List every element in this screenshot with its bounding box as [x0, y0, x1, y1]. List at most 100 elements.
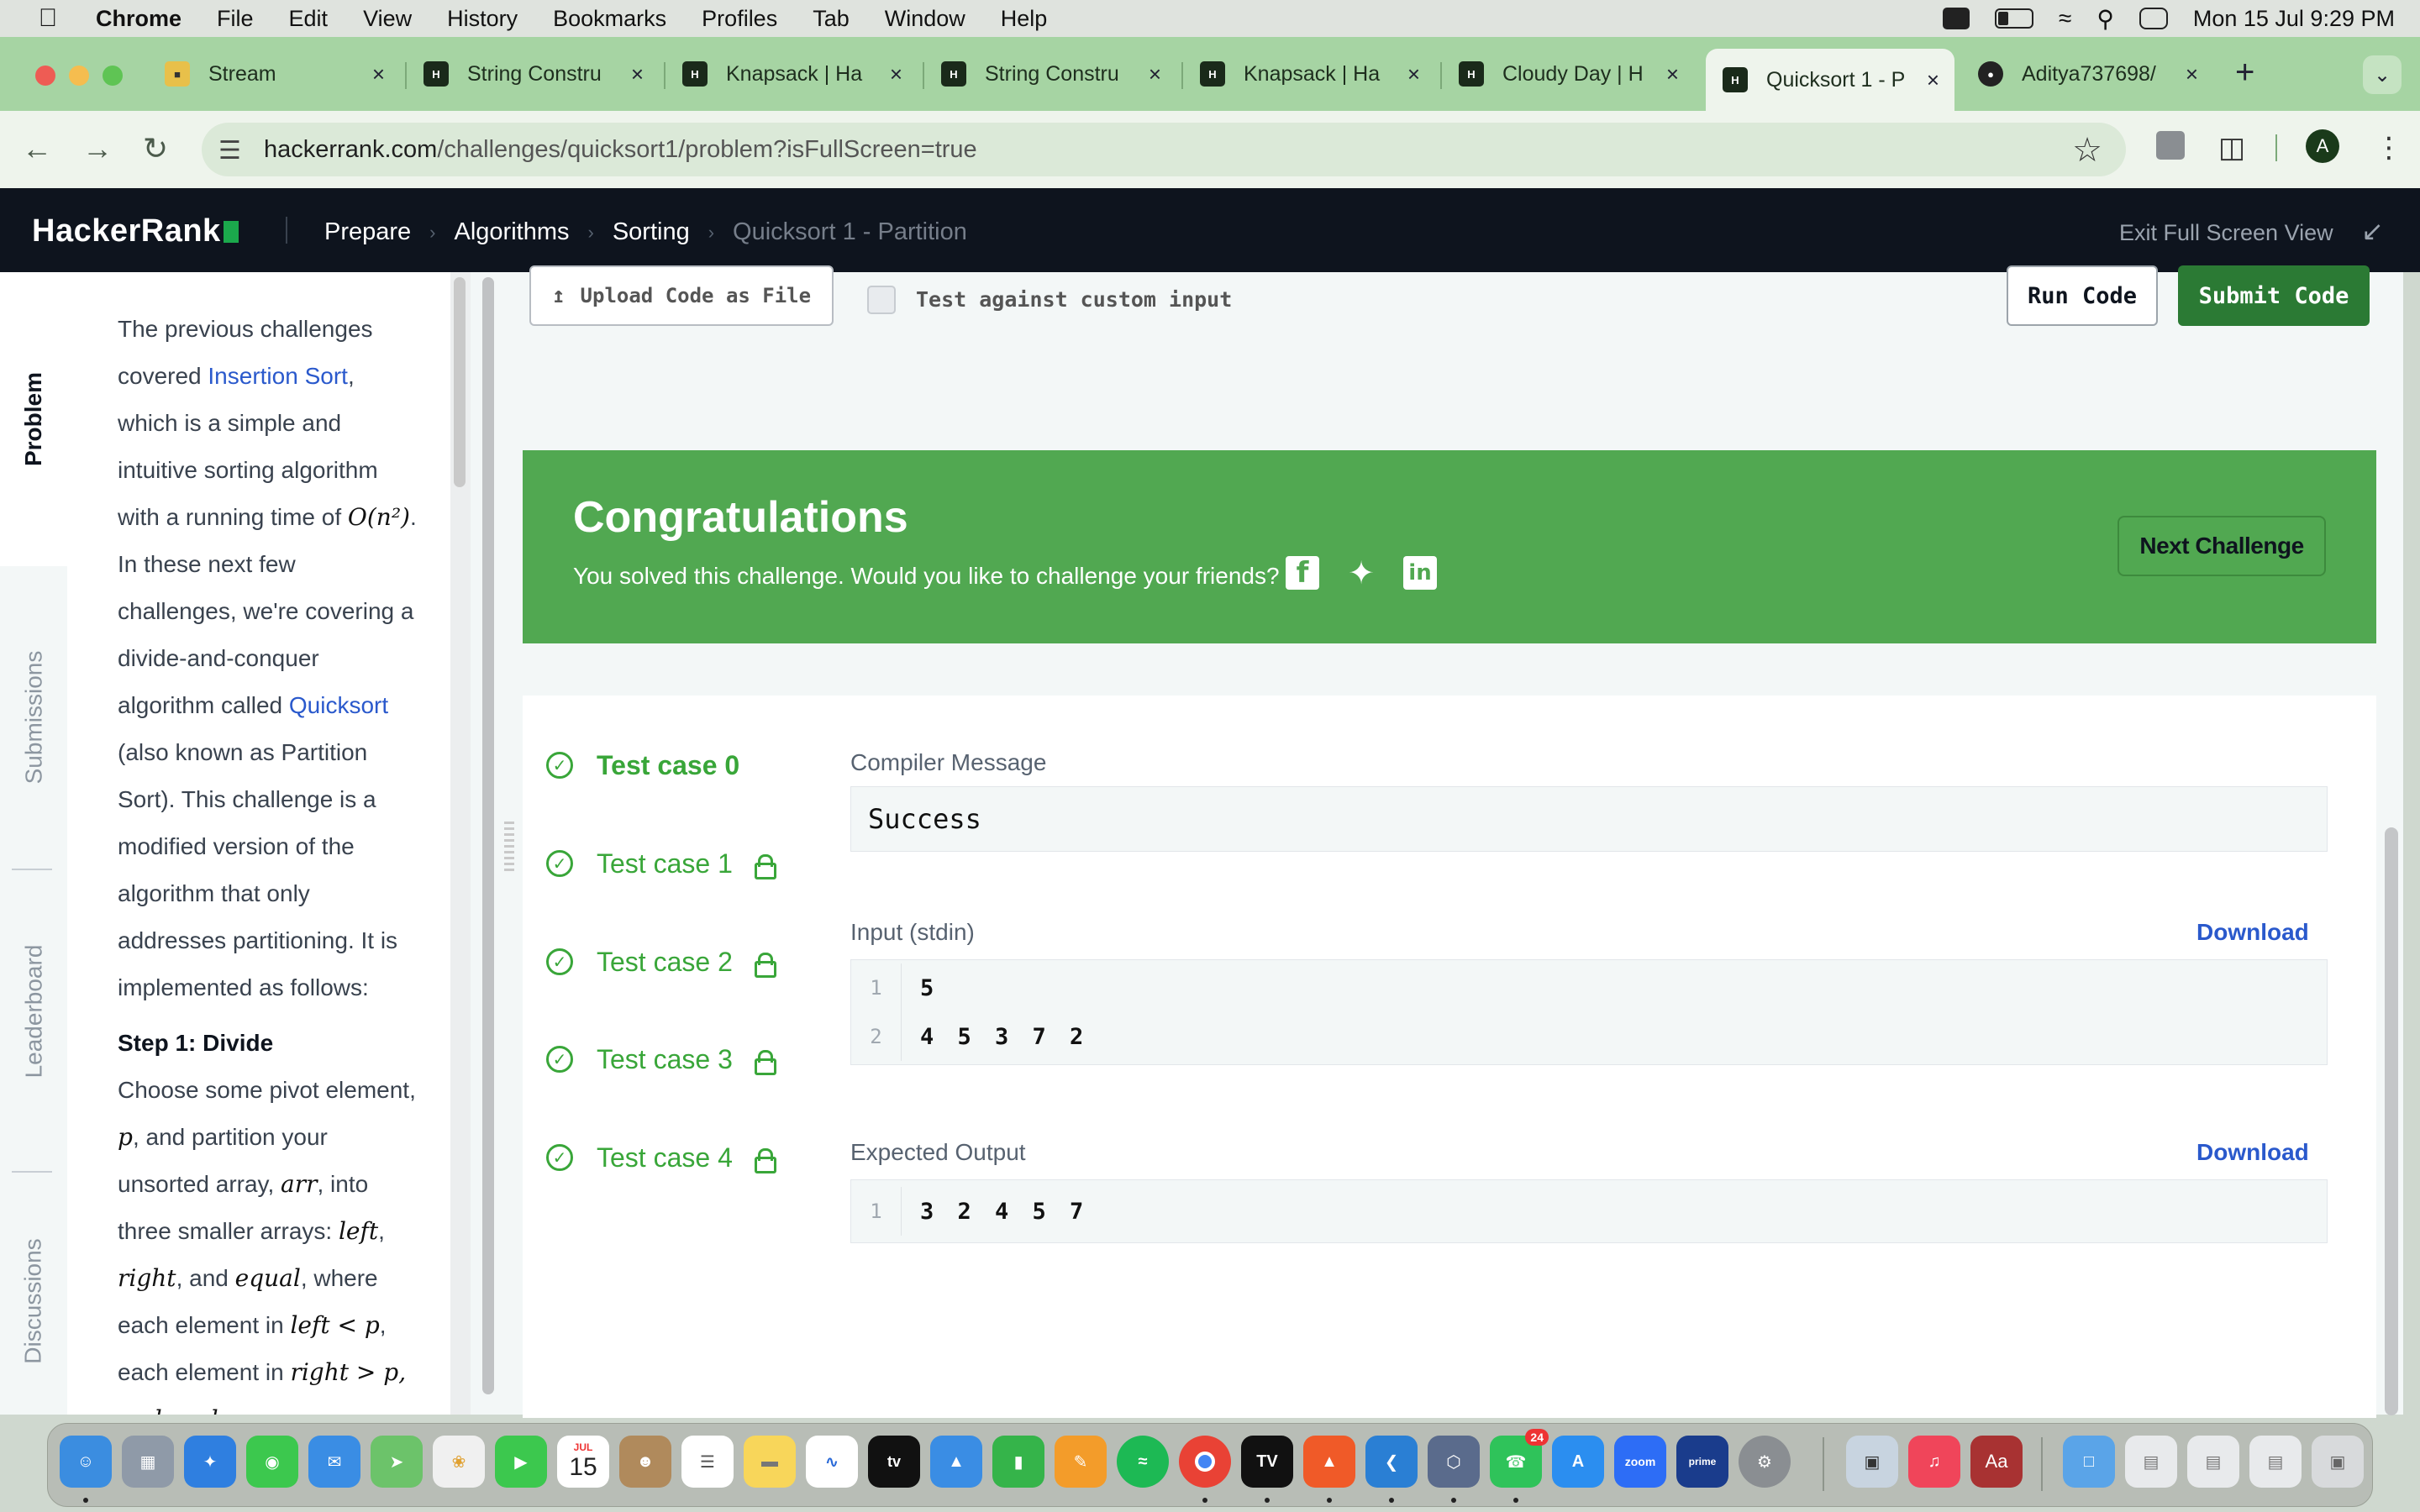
- launchpad-icon[interactable]: ▦: [122, 1436, 174, 1488]
- breadcrumb-prepare[interactable]: Prepare: [324, 218, 411, 246]
- contacts-icon[interactable]: ☻: [619, 1436, 671, 1488]
- reminders-icon[interactable]: ☰: [681, 1436, 734, 1488]
- mail-icon[interactable]: ✉: [308, 1436, 360, 1488]
- prime-video-icon[interactable]: prime: [1676, 1436, 1728, 1488]
- custom-input-label[interactable]: Test against custom input: [916, 287, 1232, 312]
- whatsapp-icon[interactable]: ☎ 24: [1490, 1429, 1549, 1488]
- test-case-tab[interactable]: ✓ Test case 1: [546, 843, 776, 885]
- vscode-icon[interactable]: ❮: [1365, 1436, 1418, 1488]
- extension-icon[interactable]: [2156, 131, 2185, 160]
- tab-discussions[interactable]: Discussions: [0, 1188, 67, 1415]
- menu-window[interactable]: Window: [885, 6, 965, 32]
- menu-profiles[interactable]: Profiles: [702, 6, 777, 32]
- tab-close-icon[interactable]: ×: [2186, 61, 2198, 87]
- browser-tab[interactable]: ● Aditya737698/ ×: [1978, 49, 2205, 99]
- extensions-puzzle-icon[interactable]: ◫: [2218, 131, 2245, 165]
- folder-icon[interactable]: □: [2063, 1436, 2115, 1488]
- tab-close-icon[interactable]: ×: [1407, 61, 1420, 87]
- browser-tab[interactable]: ■ Stream ×: [165, 49, 392, 99]
- system-settings-icon[interactable]: ⚙: [1739, 1436, 1791, 1488]
- trash-icon[interactable]: ▣: [2312, 1436, 2364, 1488]
- chrome-menu-kebab-icon[interactable]: ⋮: [2375, 131, 2403, 165]
- tab-leaderboard[interactable]: Leaderboard: [0, 885, 67, 1137]
- drive-status-icon[interactable]: [1942, 8, 1970, 29]
- menu-view[interactable]: View: [363, 6, 412, 32]
- window-zoom-button[interactable]: [103, 66, 123, 86]
- app-store-icon[interactable]: A: [1552, 1436, 1604, 1488]
- insertion-sort-link[interactable]: Insertion Sort: [208, 363, 348, 389]
- pages-icon[interactable]: ✎: [1055, 1436, 1107, 1488]
- tab-close-icon[interactable]: ×: [372, 61, 385, 87]
- calendar-icon[interactable]: JUL 15: [557, 1436, 609, 1488]
- test-case-tab[interactable]: ✓ Test case 4: [546, 1137, 776, 1179]
- dictionary-icon[interactable]: Aa: [1970, 1436, 2023, 1488]
- wifi-icon[interactable]: ≈: [2059, 5, 2071, 32]
- test-case-tab[interactable]: ✓ Test case 0: [546, 744, 739, 786]
- site-info-icon[interactable]: ☰: [218, 136, 241, 165]
- hackerrank-logo[interactable]: HackerRank: [32, 213, 239, 249]
- facebook-icon[interactable]: f: [1286, 556, 1319, 590]
- quicksort-link[interactable]: Quicksort: [289, 692, 388, 718]
- tab-search-chevron-icon[interactable]: ⌄: [2363, 55, 2402, 94]
- address-url[interactable]: hackerrank.com/challenges/quicksort1/pro…: [264, 136, 977, 164]
- tradingview-icon[interactable]: TV: [1241, 1436, 1293, 1488]
- collapse-arrows-icon[interactable]: ↙: [2361, 215, 2384, 247]
- download-input-link[interactable]: Download: [2196, 919, 2309, 946]
- notes-icon[interactable]: ▬: [744, 1436, 796, 1488]
- results-scrollbar[interactable]: [2385, 827, 2398, 1415]
- bookmark-star-icon[interactable]: ☆: [2072, 131, 2102, 170]
- linkedin-icon[interactable]: in: [1403, 556, 1437, 590]
- window-thumbnail-icon[interactable]: ▤: [2125, 1436, 2177, 1488]
- tab-submissions[interactable]: Submissions: [0, 591, 67, 843]
- browser-tab[interactable]: H String Constru ×: [941, 49, 1168, 99]
- browser-tab[interactable]: H String Constru ×: [424, 49, 650, 99]
- breadcrumb-algorithms[interactable]: Algorithms: [455, 218, 570, 246]
- facetime-icon[interactable]: ▶: [495, 1436, 547, 1488]
- menu-tab[interactable]: Tab: [813, 6, 850, 32]
- chrome-icon[interactable]: [1179, 1436, 1231, 1488]
- tab-close-icon[interactable]: ×: [1149, 61, 1161, 87]
- test-case-tab[interactable]: ✓ Test case 2: [546, 941, 776, 983]
- back-arrow-icon[interactable]: ←: [22, 131, 52, 166]
- results-outer-scrollbar[interactable]: [482, 277, 494, 1394]
- twitter-icon[interactable]: ✦: [1344, 556, 1378, 591]
- menu-app-name[interactable]: Chrome: [96, 6, 182, 32]
- battery-icon[interactable]: [1994, 8, 2033, 29]
- exit-full-screen-link[interactable]: Exit Full Screen View: [2119, 220, 2333, 246]
- cube-app-icon[interactable]: ⬡: [1428, 1436, 1480, 1488]
- browser-tab[interactable]: H Knapsack | Ha ×: [1200, 49, 1427, 99]
- photos-icon[interactable]: ❀: [433, 1436, 485, 1488]
- reload-icon[interactable]: ↻: [143, 131, 168, 166]
- window-thumbnail-icon[interactable]: ▤: [2249, 1436, 2302, 1488]
- run-code-button[interactable]: Run Code: [2007, 265, 2158, 326]
- tab-close-icon[interactable]: ×: [1666, 61, 1679, 87]
- new-tab-plus-icon[interactable]: +: [2235, 54, 2254, 92]
- maps-icon[interactable]: ➤: [371, 1436, 423, 1488]
- finder-icon[interactable]: ☺: [60, 1436, 112, 1488]
- browser-tab[interactable]: H Cloudy Day | H ×: [1459, 49, 1686, 99]
- window-thumbnail-icon[interactable]: ▤: [2187, 1436, 2239, 1488]
- tab-close-icon[interactable]: ×: [631, 61, 644, 87]
- menu-history[interactable]: History: [447, 6, 518, 32]
- window-minimize-button[interactable]: [69, 66, 89, 86]
- next-challenge-button[interactable]: Next Challenge: [2118, 516, 2326, 576]
- browser-tab[interactable]: H Knapsack | Ha ×: [682, 49, 909, 99]
- tab-problem[interactable]: Problem: [0, 272, 67, 566]
- control-center-icon[interactable]: [2139, 8, 2168, 29]
- download-output-link[interactable]: Download: [2196, 1139, 2309, 1166]
- window-close-button[interactable]: [35, 66, 55, 86]
- keynote-icon[interactable]: ▲: [930, 1436, 982, 1488]
- forward-arrow-icon[interactable]: →: [82, 131, 113, 166]
- menu-edit[interactable]: Edit: [289, 6, 329, 32]
- browser-tab-active[interactable]: H Quicksort 1 - P ×: [1706, 49, 1954, 111]
- apple-menu-icon[interactable]: : [32, 4, 64, 33]
- freeform-icon[interactable]: ∿: [806, 1436, 858, 1488]
- messages-icon[interactable]: ◉: [246, 1436, 298, 1488]
- preview-icon[interactable]: ▣: [1846, 1436, 1898, 1488]
- menu-clock[interactable]: Mon 15 Jul 9:29 PM: [2193, 6, 2395, 32]
- breadcrumb-sorting[interactable]: Sorting: [613, 218, 690, 246]
- address-bar[interactable]: ☰ hackerrank.com/challenges/quicksort1/p…: [202, 123, 2126, 176]
- safari-icon[interactable]: ✦: [184, 1436, 236, 1488]
- spotify-icon[interactable]: ≈: [1117, 1436, 1169, 1488]
- custom-input-checkbox[interactable]: [867, 286, 896, 314]
